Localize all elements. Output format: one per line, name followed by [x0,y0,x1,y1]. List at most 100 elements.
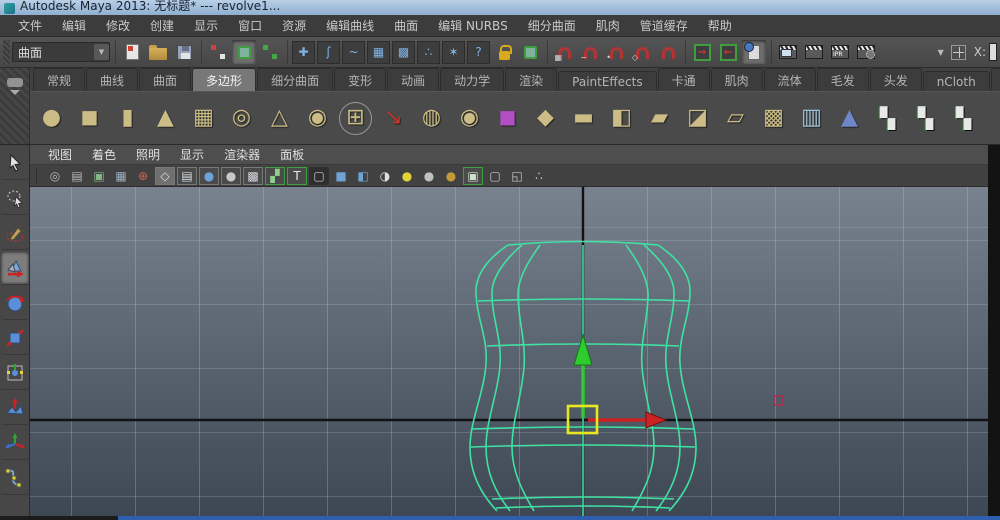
shelf-tab[interactable]: 变形 [334,68,386,91]
shaded-mode-icon[interactable]: ● [199,167,219,185]
menu-item[interactable]: 修改 [96,14,140,37]
menu-item[interactable]: 窗口 [228,14,272,37]
mirror-cut-icon[interactable]: ↘ [377,102,410,135]
panel-menu-item[interactable]: 渲染器 [214,144,270,165]
output-connections-button[interactable] [716,40,740,64]
rotate-tool-button[interactable] [1,287,29,320]
ipr-render-button[interactable]: IPR [828,40,852,64]
menu-item[interactable]: 肌肉 [586,14,630,37]
panel-menu-item[interactable]: 着色 [82,144,126,165]
separator[interactable] [682,40,688,64]
select-dynamics-icon[interactable]: ∴ [417,41,440,64]
render-current-frame-button[interactable] [802,40,826,64]
last-tool-cv-curve-button[interactable] [1,462,29,495]
manipulator-y-arrowhead[interactable] [574,335,592,365]
sculpt-geometry-icon[interactable]: ⊞ [339,102,372,135]
default-light-icon[interactable]: ● [397,167,417,185]
open-scene-button[interactable] [146,40,170,64]
separator[interactable] [544,40,550,64]
menu-set-dropdown[interactable]: 曲面 ▼ [12,42,110,62]
poly-pipe-icon[interactable]: ◉ [301,102,334,135]
shelf-tab[interactable]: 动画 [387,68,439,91]
shelf-tab[interactable]: 曲线 [86,68,138,91]
smooth-icon[interactable]: ◍ [415,102,448,135]
poly-plane-icon[interactable]: ▦ [187,102,220,135]
shelf-menu-arrow-icon[interactable] [10,90,20,100]
shelf-tab[interactable]: 多边形 [192,68,256,91]
construction-history-button[interactable] [742,40,766,64]
separator[interactable] [112,40,118,64]
select-hierarchy-button[interactable] [206,40,230,64]
menu-item[interactable]: 管道缓存 [630,14,698,37]
input-connections-button[interactable] [690,40,714,64]
wireframe-mode-icon[interactable]: ◇ [155,167,175,185]
text-display-icon[interactable]: T [287,167,307,185]
poly-torus-icon[interactable]: ◎ [225,102,258,135]
textured-mode-icon[interactable]: ▞ [265,167,285,185]
select-curves-icon[interactable]: ~ [342,41,365,64]
shelf-tab[interactable]: 动力学 [440,68,504,91]
sidebar-collapse-arrow[interactable]: ▼ [938,48,944,57]
show-manipulator-tool-button[interactable] [1,427,29,460]
quick-layout-button[interactable] [947,40,971,64]
shadow-light-icon[interactable]: ● [441,167,461,185]
poly-pyramid-icon[interactable]: △ [263,102,296,135]
textured-cube-icon[interactable]: ◧ [353,167,373,185]
shaded-cube-icon[interactable]: ■ [331,167,351,185]
panel-menu-item[interactable]: 视图 [38,144,82,165]
menu-item[interactable]: 细分曲面 [518,14,586,37]
grid-plane-icon[interactable]: ▦ [111,167,131,185]
single-pane-icon[interactable]: ▢ [485,167,505,185]
paint-select-tool-button[interactable] [1,217,29,250]
panel-menu-item[interactable]: 显示 [170,144,214,165]
manipulator-x-arrowhead[interactable] [646,412,666,428]
universal-manipulator-tool-button[interactable] [1,357,29,390]
film-gate-icon[interactable]: ▤ [177,167,197,185]
shelf-tab[interactable]: 自定义 [991,68,1000,91]
poly-cylinder-icon[interactable]: ▮ [111,102,144,135]
flat-shade-icon[interactable]: ● [221,167,241,185]
shelf-tab[interactable]: 曲面 [139,68,191,91]
bounding-box-icon[interactable]: ▩ [243,167,263,185]
lasso-tool-button[interactable] [1,182,29,215]
shelf-tab[interactable]: 细分曲面 [257,68,333,91]
menu-item[interactable]: 编辑 [52,14,96,37]
new-scene-button[interactable] [120,40,144,64]
triangulate-icon[interactable]: ◪ [681,102,714,135]
panel-menu-item[interactable]: 面板 [270,144,314,165]
menu-item[interactable]: 文件 [8,14,52,37]
coordinate-input[interactable] [989,43,997,61]
camera-attributes-icon[interactable]: ▤ [67,167,87,185]
statusline-grip[interactable] [3,40,10,64]
chevron-down-icon[interactable]: ▼ [94,44,109,60]
cv-marker[interactable] [774,396,783,405]
combine-icon[interactable]: ◉ [453,102,486,135]
select-misc-icon[interactable]: ? [467,41,490,64]
soft-modification-tool-button[interactable] [1,392,29,425]
shelf-tab[interactable]: 头发 [870,68,922,91]
menu-item[interactable]: 编辑 NURBS [428,14,518,37]
camera-orbit-icon[interactable]: ◎ [45,167,65,185]
multi-pane-icon[interactable]: ◱ [507,167,527,185]
append-polygon-icon[interactable]: ▬ [567,102,600,135]
split-polygon-icon[interactable]: ▩ [757,102,790,135]
move-tool-button[interactable] [1,252,29,285]
subdiv-proxy-icon[interactable]: ◼ [491,102,524,135]
select-surfaces-icon[interactable]: ▦ [367,41,390,64]
menu-item[interactable]: 创建 [140,14,184,37]
quadrangulate-icon[interactable]: ▱ [719,102,752,135]
shelf-tab[interactable]: 卡通 [658,68,710,91]
shelf-tab[interactable]: 流体 [764,68,816,91]
menu-item[interactable]: 帮助 [698,14,742,37]
merge-vertex-icon[interactable]: ▥ [795,102,828,135]
checker-flag-icon-3[interactable]: ▚ [947,102,980,135]
snap-to-curve-button[interactable] [578,40,602,64]
menu-item[interactable]: 显示 [184,14,228,37]
wire-cube-icon[interactable]: ▢ [309,167,329,185]
checker-sphere-icon[interactable]: ◑ [375,167,395,185]
select-all-types-icon[interactable]: ✚ [292,41,315,64]
bevel-icon[interactable]: ◆ [529,102,562,135]
separator[interactable] [198,40,204,64]
select-joints-icon[interactable]: ʃ [317,41,340,64]
select-tool-button[interactable] [1,147,29,180]
